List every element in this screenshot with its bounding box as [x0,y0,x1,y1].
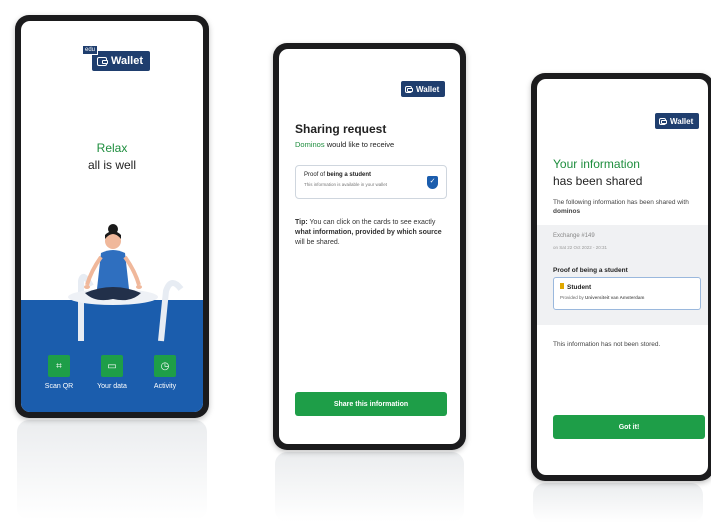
edu-tag: edu [82,45,99,55]
card-prefix: Proof of [304,172,326,178]
wallet-icon [659,117,667,125]
shared-screen: Wallet Your information has been shared … [537,79,708,475]
student-card[interactable]: Student Provided by Universiteit van Ams… [553,277,701,310]
clock-icon: ◷ [154,355,176,377]
exchange-section: Exchange #149 on Sat 22 Oct 2022 - 20:31… [537,225,708,325]
tip-label: Tip: [295,219,308,226]
sharing-request-screen: Wallet Sharing request Dominos would lik… [279,49,460,444]
shared-with: dominos [553,208,581,215]
phone-shared-confirmation: Wallet Your information has been shared … [531,73,711,481]
provider-prefix: Provided by [560,295,584,300]
nav-scan-qr[interactable]: ⌗ Scan QR [31,355,87,390]
nav-label: Activity [153,383,177,390]
wallet-icon [97,56,108,66]
nav-activity[interactable]: ◷ Activity [137,355,193,390]
nav-your-data[interactable]: ▭ Your data [84,355,140,390]
proof-label: Proof of being a student [553,267,628,274]
share-button[interactable]: Share this information [295,392,447,416]
tip-bold: what information, provided by which sour… [295,229,442,236]
student-card-subtitle: Provided by Universiteit van Amsterdam [560,295,694,300]
meditation-illustration [68,224,184,342]
wallet-logo: Wallet [92,51,150,71]
exchange-date: on Sat 22 Oct 2022 - 20:31 [553,245,608,250]
wallet-icon: ▭ [101,355,123,377]
title-green: Your information [553,157,640,171]
qr-scan-icon: ⌗ [48,355,70,377]
tip-text: Tip: You can click on the cards to see e… [295,218,453,248]
shield-check-icon: ✓ [427,176,438,189]
got-it-button[interactable]: Got it! [553,415,705,439]
card-subtitle: This information is available in your wa… [304,182,388,187]
request-text: would like to receive [326,140,395,149]
request-subtitle: Dominos would like to receive [295,140,394,149]
all-well-text: all is well [87,158,136,172]
wallet-icon [405,85,413,93]
student-title-text: Student [567,284,592,291]
wallet-label: Wallet [670,116,694,126]
phone-sharing-request: Wallet Sharing request Dominos would lik… [273,43,466,450]
tip-body-2: will be shared. [295,239,340,246]
proof-card[interactable]: Proof of being a student This informatio… [295,165,447,199]
relax-text: Relax [96,141,128,155]
requester-name: Dominos [295,140,325,149]
shared-text: The following information has been share… [553,198,703,216]
phone-reflection [17,420,207,520]
nav-label: Scan QR [44,383,74,390]
exchange-id: Exchange #149 [553,233,595,239]
wallet-logo: Wallet [655,113,699,129]
phone-reflection [533,483,703,523]
page-title: Sharing request [295,122,387,136]
shared-body: The following information has been share… [553,199,689,206]
phone-reflection [275,452,464,522]
home-screen: Wallet edu Relax all is well ⌗ Scan QR ▭… [21,21,203,412]
wallet-logo: Wallet [401,81,445,97]
title-black: has been shared [553,174,643,188]
provider-name: Universiteit van Amsterdam [585,295,645,300]
wallet-label: Wallet [111,55,143,67]
student-card-title: Student [560,283,694,291]
card-title: Proof of being a student [304,172,438,178]
nav-label: Your data [97,383,127,390]
phone-home: Wallet edu Relax all is well ⌗ Scan QR ▭… [15,15,209,418]
not-stored-text: This information has not been stored. [553,341,661,348]
tip-body-1: You can click on the cards to see exactl… [309,219,436,226]
student-icon [560,283,564,289]
card-bold: being a student [326,172,372,178]
wallet-label: Wallet [416,84,440,94]
